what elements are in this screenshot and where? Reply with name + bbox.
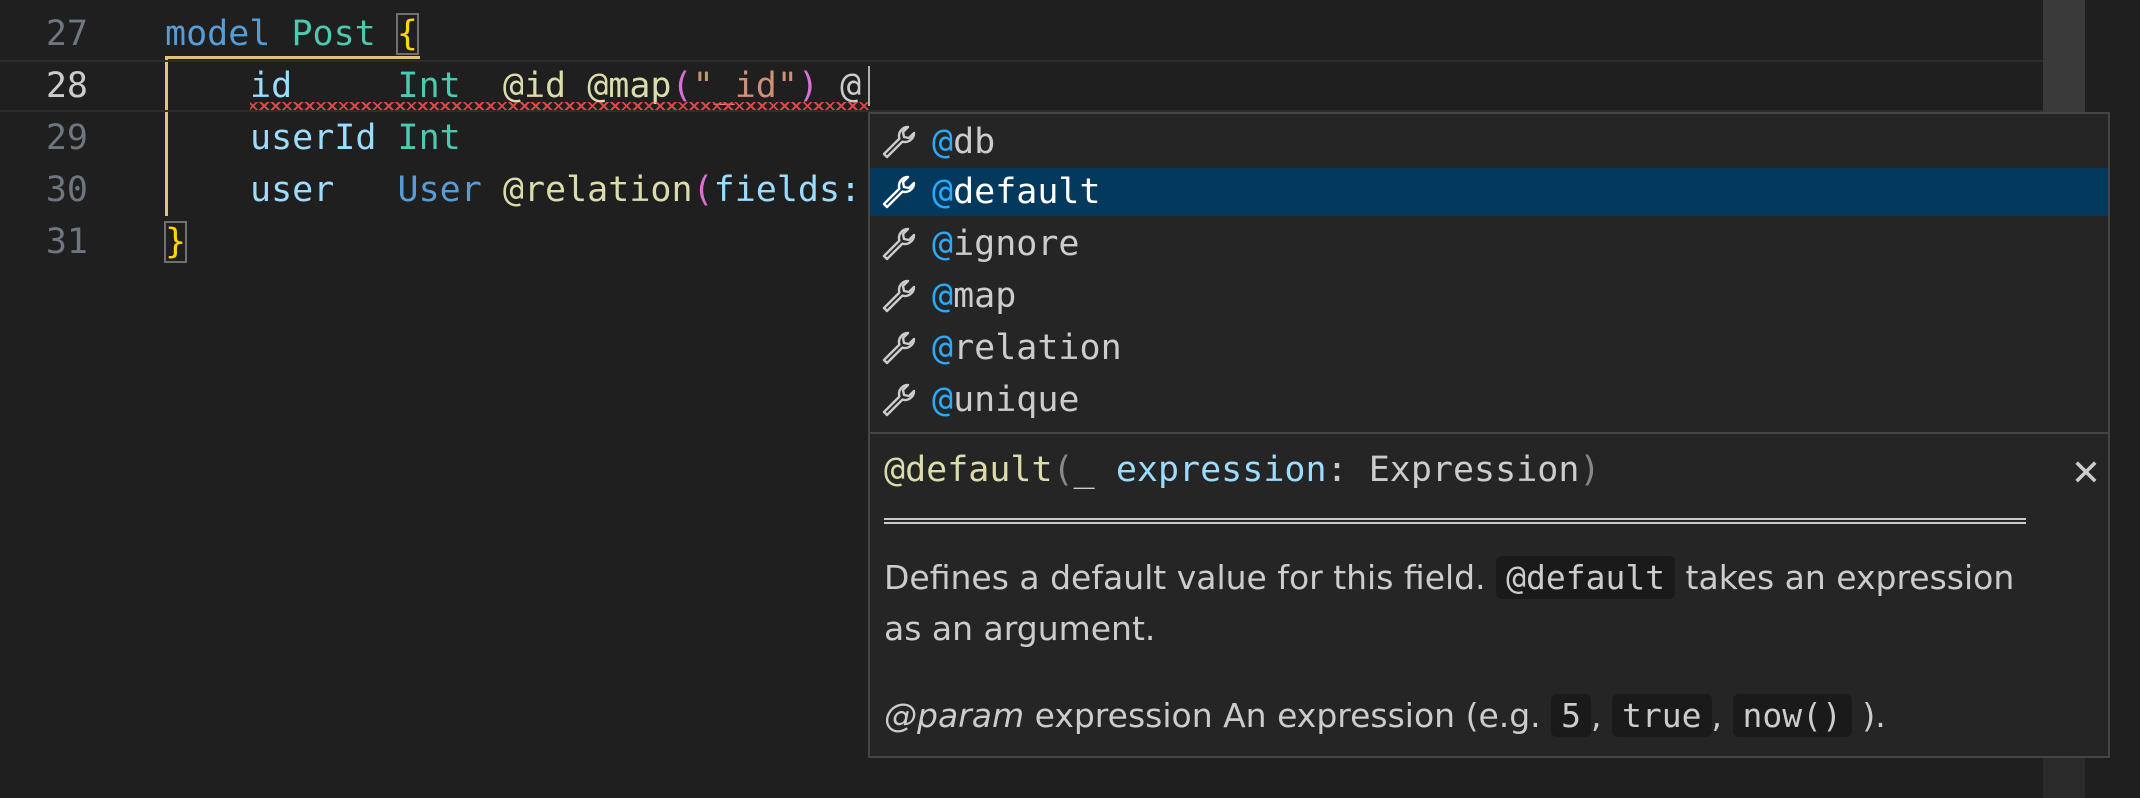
type-int: Int [397, 118, 461, 158]
match-highlight: @ [932, 380, 954, 420]
open-brace: { [395, 13, 419, 55]
signature-separator [884, 518, 2026, 524]
paren-open: ( [692, 170, 714, 210]
error-squiggle [250, 102, 870, 110]
inline-code: @default [1496, 556, 1676, 599]
inline-code: now() [1732, 694, 1852, 737]
typed-at: @ [840, 66, 862, 106]
suggest-widget[interactable]: @db @default @ignore @map @relation @uni [868, 112, 2110, 758]
close-icon[interactable]: ✕ [2066, 454, 2106, 494]
suggestion-item-unique[interactable]: @unique [870, 376, 2108, 424]
suggestion-label: map [953, 276, 1017, 316]
signature-type: Expression [1368, 450, 1580, 490]
wrench-icon [882, 125, 916, 159]
attr-relation: @relation [502, 170, 693, 210]
wrench-icon [882, 383, 916, 417]
field-id: id [250, 66, 293, 106]
field-userId: userId [250, 118, 377, 158]
match-highlight: @ [932, 122, 954, 162]
suggestion-label: ignore [953, 224, 1080, 264]
code-editor[interactable]: 27 model Post { 28 id Int @id @map("_id"… [0, 0, 2140, 798]
suggestion-label: relation [953, 328, 1122, 368]
match-highlight: @ [932, 172, 954, 212]
match-highlight: @ [932, 328, 954, 368]
suggestion-label: default [953, 172, 1101, 212]
type-int: Int [397, 66, 461, 106]
type-user: User [397, 170, 482, 210]
keyword-model: model [165, 14, 271, 54]
model-name: Post [291, 14, 376, 54]
suggestion-item-ignore[interactable]: @ignore [870, 220, 2108, 268]
wrench-icon [882, 331, 916, 365]
paren-open: ( [671, 66, 693, 106]
inline-code: 5 [1551, 694, 1592, 737]
wrench-icon [882, 279, 916, 313]
suggestion-label: db [953, 122, 996, 162]
scrollbar-thumb[interactable] [2043, 0, 2085, 130]
line-number: 30 [45, 170, 88, 210]
line-number: 27 [45, 14, 88, 54]
suggestion-item-map[interactable]: @map [870, 272, 2108, 320]
signature: @default(_ expression: Expression) [884, 450, 1601, 490]
line-number: 31 [45, 222, 88, 262]
line-number: 28 [45, 66, 88, 106]
wrench-icon [882, 175, 916, 209]
wrench-icon [882, 227, 916, 261]
suggestion-item-default[interactable]: @default [870, 168, 2108, 216]
match-highlight: @ [932, 224, 954, 264]
text-cursor [868, 66, 870, 106]
attr-id: @id [502, 66, 567, 106]
code-line-27[interactable]: 27 model Post { [0, 8, 2080, 60]
attr-map: @map [587, 66, 672, 106]
suggestion-list[interactable]: @db @default @ignore @map @relation @uni [870, 114, 2108, 432]
line-number: 29 [45, 118, 88, 158]
suggestion-details: @default(_ expression: Expression) ✕ Def… [870, 434, 2108, 756]
suggestion-label: unique [953, 380, 1080, 420]
documentation: Defines a default value for this field. … [884, 552, 2044, 741]
paren-close: ) [797, 66, 819, 106]
close-brace: } [163, 221, 188, 263]
suggestion-item-db[interactable]: @db [870, 118, 2108, 166]
field-user: user [250, 170, 335, 210]
suggestion-item-relation[interactable]: @relation [870, 324, 2108, 372]
signature-name: @default [884, 450, 1053, 490]
doc-param: @param expression An expression (e.g. 5,… [884, 694, 1886, 737]
param-tag: @param [884, 696, 1025, 735]
match-highlight: @ [932, 276, 954, 316]
inline-code: true [1612, 694, 1712, 737]
string-literal: "_id" [692, 66, 798, 106]
arg-fields: fields: [713, 170, 862, 210]
signature-param: expression [1115, 450, 1327, 490]
doc-description: Defines a default value for this field. … [884, 556, 2015, 648]
